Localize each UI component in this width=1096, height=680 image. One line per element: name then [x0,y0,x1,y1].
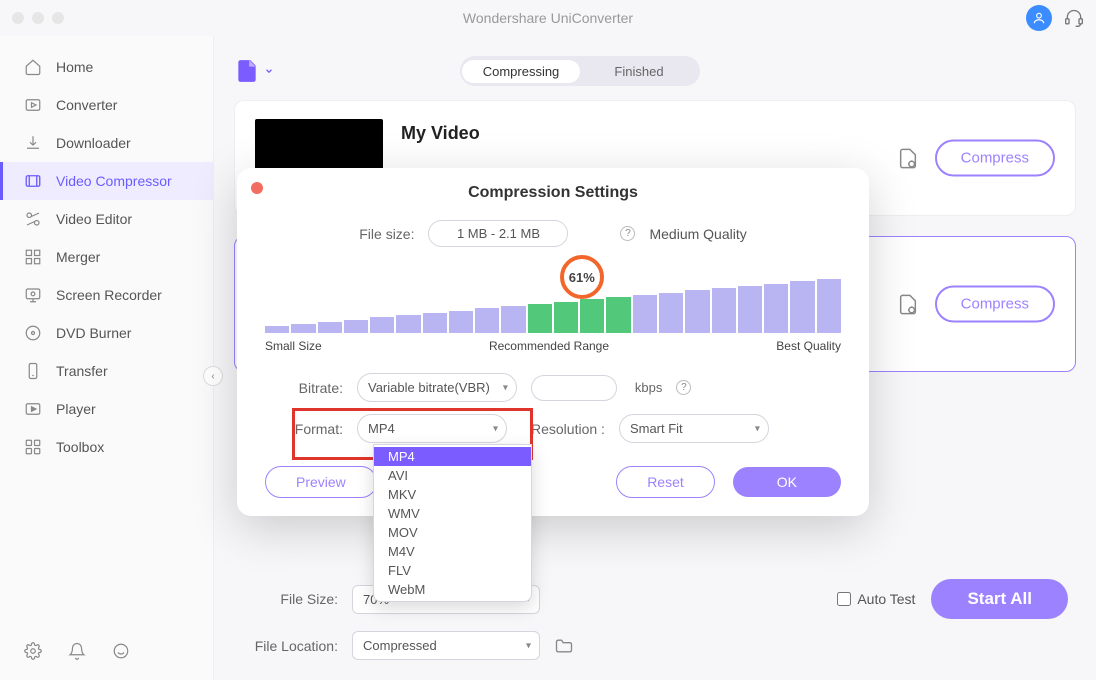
file-location-label: File Location: [242,638,338,654]
support-icon[interactable] [1064,8,1084,28]
compression-settings-modal: Compression Settings File size: 1 MB - 2… [237,168,869,516]
resolution-select[interactable]: Smart Fit ▾ [619,414,769,443]
quality-chart[interactable]: 61% [265,259,841,333]
sidebar-item-label: Player [56,401,96,417]
file-location-select[interactable]: Compressed ▾ [352,631,540,660]
notifications-icon[interactable] [68,642,86,660]
sidebar-item-dvd-burner[interactable]: DVD Burner [0,314,213,352]
help-icon[interactable]: ? [620,226,635,241]
resolution-label: Resolution : [531,421,605,437]
sidebar-item-converter[interactable]: Converter [0,86,213,124]
chevron-down-icon: ▾ [503,382,508,393]
sidebar-item-toolbox[interactable]: Toolbox [0,428,213,466]
format-label: Format: [281,421,343,437]
kbps-input[interactable] [531,375,617,401]
small-size-label: Small Size [265,339,322,353]
auto-test-label: Auto Test [857,591,915,607]
chevron-down-icon: ▾ [526,640,531,651]
format-option-mov[interactable]: MOV [374,523,531,542]
reset-button[interactable]: Reset [616,466,715,498]
sidebar-item-merger[interactable]: Merger [0,238,213,276]
close-window-icon[interactable] [12,12,24,24]
format-option-webm[interactable]: WebM [374,580,531,599]
feedback-icon[interactable] [112,642,130,660]
format-option-mp4[interactable]: MP4 [374,447,531,466]
settings-doc-icon[interactable] [897,147,919,169]
chevron-down-icon: ▾ [755,423,760,434]
file-location-value: Compressed [363,638,437,653]
best-quality-label: Best Quality [776,339,841,353]
format-select[interactable]: MP4 ▾ [357,414,507,443]
app-title: Wondershare UniConverter [0,10,1096,26]
tabs-segmented: Compressing Finished [460,56,700,86]
bitrate-select[interactable]: Variable bitrate(VBR) ▾ [357,373,517,402]
sidebar: Home Converter Downloader Video Compress… [0,36,214,680]
kbps-label: kbps [635,380,662,395]
open-folder-icon[interactable] [554,636,574,656]
bitrate-label: Bitrate: [281,380,343,396]
traffic-lights [12,12,64,24]
sidebar-item-label: Screen Recorder [56,287,162,303]
format-option-avi[interactable]: AVI [374,466,531,485]
quality-text: Medium Quality [649,226,746,242]
sidebar-item-downloader[interactable]: Downloader [0,124,213,162]
recommended-label: Recommended Range [489,339,609,353]
quality-knob[interactable]: 61% [560,255,604,299]
compress-button[interactable]: Compress [935,286,1055,323]
settings-doc-icon[interactable] [897,293,919,315]
format-option-mkv[interactable]: MKV [374,485,531,504]
file-size-label: File Size: [242,591,338,607]
settings-icon[interactable] [24,642,42,660]
format-option-m4v[interactable]: M4V [374,542,531,561]
sidebar-item-label: Video Compressor [56,173,172,189]
chevron-down-icon: ▾ [493,423,498,434]
format-value: MP4 [368,421,395,436]
bitrate-value: Variable bitrate(VBR) [368,380,490,395]
preview-button[interactable]: Preview [265,466,377,498]
sidebar-item-label: Converter [56,97,117,113]
sidebar-item-label: Toolbox [56,439,104,455]
tab-finished[interactable]: Finished [580,60,698,83]
resolution-value: Smart Fit [630,421,683,436]
sidebar-item-label: Transfer [56,363,108,379]
format-dropdown: MP4 AVI MKV WMV MOV M4V FLV WebM [373,444,532,602]
auto-test-input[interactable] [837,592,851,606]
maximize-window-icon[interactable] [52,12,64,24]
sidebar-item-label: Merger [56,249,100,265]
close-modal-icon[interactable] [251,182,263,194]
sidebar-item-transfer[interactable]: Transfer [0,352,213,390]
start-all-button[interactable]: Start All [931,579,1068,619]
sidebar-item-label: Video Editor [56,211,132,227]
modal-title: Compression Settings [265,184,841,202]
tab-compressing[interactable]: Compressing [462,60,580,83]
help-icon[interactable]: ? [676,380,691,395]
video-title: My Video [401,123,480,144]
sidebar-item-video-editor[interactable]: Video Editor [0,200,213,238]
format-option-wmv[interactable]: WMV [374,504,531,523]
user-avatar[interactable] [1026,5,1052,31]
file-size-value[interactable]: 1 MB - 2.1 MB [428,220,568,247]
sidebar-item-video-compressor[interactable]: Video Compressor [0,162,213,200]
sidebar-item-home[interactable]: Home [0,48,213,86]
ok-button[interactable]: OK [733,467,841,497]
sidebar-item-screen-recorder[interactable]: Screen Recorder [0,276,213,314]
titlebar: Wondershare UniConverter [0,0,1096,36]
sidebar-item-label: Home [56,59,93,75]
sidebar-item-label: Downloader [56,135,131,151]
file-size-label: File size: [359,226,414,242]
sidebar-item-player[interactable]: Player [0,390,213,428]
format-option-flv[interactable]: FLV [374,561,531,580]
auto-test-checkbox[interactable]: Auto Test [837,591,915,607]
minimize-window-icon[interactable] [32,12,44,24]
add-file-button[interactable] [234,58,274,84]
sidebar-item-label: DVD Burner [56,325,131,341]
compress-button[interactable]: Compress [935,140,1055,177]
quality-percent: 61% [569,270,595,285]
